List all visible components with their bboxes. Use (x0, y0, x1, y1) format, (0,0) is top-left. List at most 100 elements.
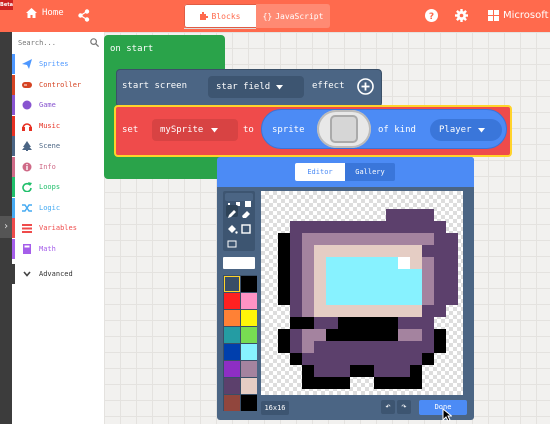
sprite-pixel[interactable] (362, 221, 374, 233)
sprite-pixel[interactable] (302, 269, 314, 281)
sprite-pixel[interactable] (338, 221, 350, 233)
effect-dropdown[interactable]: star field (208, 76, 304, 98)
sprite-pixel[interactable] (350, 341, 362, 353)
sprite-pixel[interactable] (314, 341, 326, 353)
sprite-pixel[interactable] (374, 341, 386, 353)
sprite-pixel[interactable] (314, 293, 326, 305)
sprite-pixel[interactable] (362, 281, 374, 293)
category-game[interactable]: Game (12, 95, 104, 115)
sprite-pixel[interactable] (374, 305, 386, 317)
sprite-pixel[interactable] (338, 257, 350, 269)
sprite-pixel[interactable] (326, 269, 338, 281)
sprite-pixel[interactable] (386, 341, 398, 353)
sprite-pixel[interactable] (386, 377, 398, 389)
sprite-pixel[interactable] (422, 233, 434, 245)
sprite-pixel[interactable] (350, 269, 362, 281)
category-logic[interactable]: Logic (12, 197, 104, 218)
sprite-pixel[interactable] (374, 281, 386, 293)
sprite-pixel[interactable] (326, 281, 338, 293)
sprite-pixel[interactable] (362, 245, 374, 257)
sprite-pixel[interactable] (422, 257, 434, 269)
sprite-pixel[interactable] (410, 377, 422, 389)
microsoft-logo[interactable]: Microsoft (488, 10, 549, 21)
sprite-pixel[interactable] (326, 341, 338, 353)
sprite-pixel[interactable] (362, 353, 374, 365)
palette-color-1[interactable] (241, 276, 257, 292)
sprite-pixel[interactable] (314, 317, 326, 329)
sprite-pixel[interactable] (326, 329, 338, 341)
sprite-pixel[interactable] (374, 377, 386, 389)
sprite-pixel[interactable] (374, 365, 386, 377)
sprite-pixel[interactable] (314, 305, 326, 317)
sprite-pixel[interactable] (350, 293, 362, 305)
sprite-pixel[interactable] (422, 341, 434, 353)
search-input[interactable] (18, 36, 88, 50)
sprite-pixel[interactable] (350, 233, 362, 245)
sprite-pixel[interactable] (350, 257, 362, 269)
sprite-pixel[interactable] (326, 305, 338, 317)
sprite-pixel[interactable] (398, 353, 410, 365)
sprite-pixel[interactable] (338, 317, 350, 329)
sprite-pixel[interactable] (446, 269, 458, 281)
sprite-pixel[interactable] (446, 281, 458, 293)
sprite-pixel[interactable] (314, 221, 326, 233)
sprite-pixel[interactable] (302, 329, 314, 341)
sprite-pixel[interactable] (278, 329, 290, 341)
sprite-pixel[interactable] (290, 329, 302, 341)
sprite-pixel[interactable] (386, 269, 398, 281)
expand-simulator-button[interactable]: › (0, 216, 12, 238)
sprite-pixel[interactable] (386, 305, 398, 317)
sprite-pixel[interactable] (374, 317, 386, 329)
sprite-pixel[interactable] (302, 377, 314, 389)
sprite-pixel[interactable] (290, 281, 302, 293)
sprite-pixel[interactable] (410, 221, 422, 233)
sprite-pixel[interactable] (362, 341, 374, 353)
sprite-pixel[interactable] (410, 341, 422, 353)
sprite-pixel[interactable] (278, 257, 290, 269)
sprite-pixel[interactable] (350, 245, 362, 257)
palette-color-7[interactable] (241, 327, 257, 343)
rectangle-tool[interactable] (240, 220, 252, 234)
canvas-size-button[interactable]: 16x16 (261, 401, 289, 415)
help-icon[interactable]: ? (425, 9, 438, 22)
palette-color-5[interactable] (241, 310, 257, 326)
sprite-pixel[interactable] (362, 365, 374, 377)
sprite-pixel[interactable] (326, 221, 338, 233)
sprite-pixel[interactable] (314, 365, 326, 377)
sprite-pixel[interactable] (398, 221, 410, 233)
sprite-pixel[interactable] (434, 245, 446, 257)
sprite-pixel[interactable] (338, 329, 350, 341)
sprite-pixel[interactable] (362, 233, 374, 245)
category-advanced[interactable]: Advanced (12, 264, 104, 284)
sprite-pixel[interactable] (422, 281, 434, 293)
sprite-canvas[interactable] (261, 191, 463, 395)
sprite-pixel[interactable] (410, 209, 422, 221)
sprite-pixel[interactable] (398, 329, 410, 341)
sprite-pixel[interactable] (290, 353, 302, 365)
sprite-pixel[interactable] (302, 317, 314, 329)
palette-color-4[interactable] (224, 310, 240, 326)
sprite-pixel[interactable] (398, 257, 410, 269)
sprite-pixel[interactable] (398, 245, 410, 257)
sprite-pixel[interactable] (386, 353, 398, 365)
palette-color-11[interactable] (241, 361, 257, 377)
sprite-pixel[interactable] (278, 341, 290, 353)
sprite-pixel[interactable] (338, 269, 350, 281)
sprite-pixel[interactable] (278, 233, 290, 245)
sprite-pixel[interactable] (422, 221, 434, 233)
palette-color-9[interactable] (241, 344, 257, 360)
category-loops[interactable]: Loops (12, 177, 104, 197)
gear-icon[interactable] (455, 9, 468, 22)
sprite-pixel[interactable] (362, 257, 374, 269)
sprite-pixel[interactable] (338, 377, 350, 389)
palette-color-10[interactable] (224, 361, 240, 377)
sprite-pixel[interactable] (314, 377, 326, 389)
sprite-pixel[interactable] (422, 329, 434, 341)
add-circle-icon[interactable] (357, 78, 374, 95)
sprite-pixel[interactable] (350, 365, 362, 377)
sprite-pixel[interactable] (314, 245, 326, 257)
sprite-pixel[interactable] (386, 317, 398, 329)
sprite-pixel[interactable] (290, 221, 302, 233)
sprite-pixel[interactable] (398, 365, 410, 377)
sprite-pixel[interactable] (350, 305, 362, 317)
